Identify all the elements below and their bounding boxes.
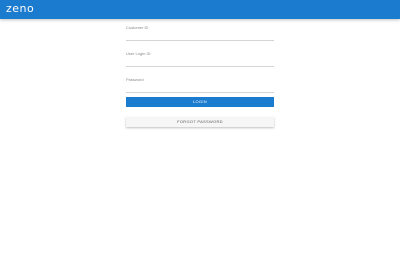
customer-id-label: Customer ID: [126, 25, 149, 30]
customer-id-field-group: Customer ID: [126, 23, 274, 45]
customer-id-input[interactable]: [126, 32, 274, 41]
password-field-group: Password: [126, 75, 274, 97]
login-form: Customer ID User Login ID Password: [126, 19, 274, 97]
login-button[interactable]: LOGIN: [126, 97, 274, 107]
password-label: Password: [126, 77, 144, 82]
zeno-logo[interactable]: zeno: [6, 2, 34, 16]
user-login-id-field-group: User Login ID: [126, 49, 274, 71]
app-header: zeno: [0, 0, 400, 19]
forgot-password-button[interactable]: FORGOT PASSWORD: [126, 117, 274, 127]
user-login-id-input[interactable]: [126, 58, 274, 67]
password-input[interactable]: [126, 84, 274, 93]
user-login-id-label: User Login ID: [126, 51, 151, 56]
